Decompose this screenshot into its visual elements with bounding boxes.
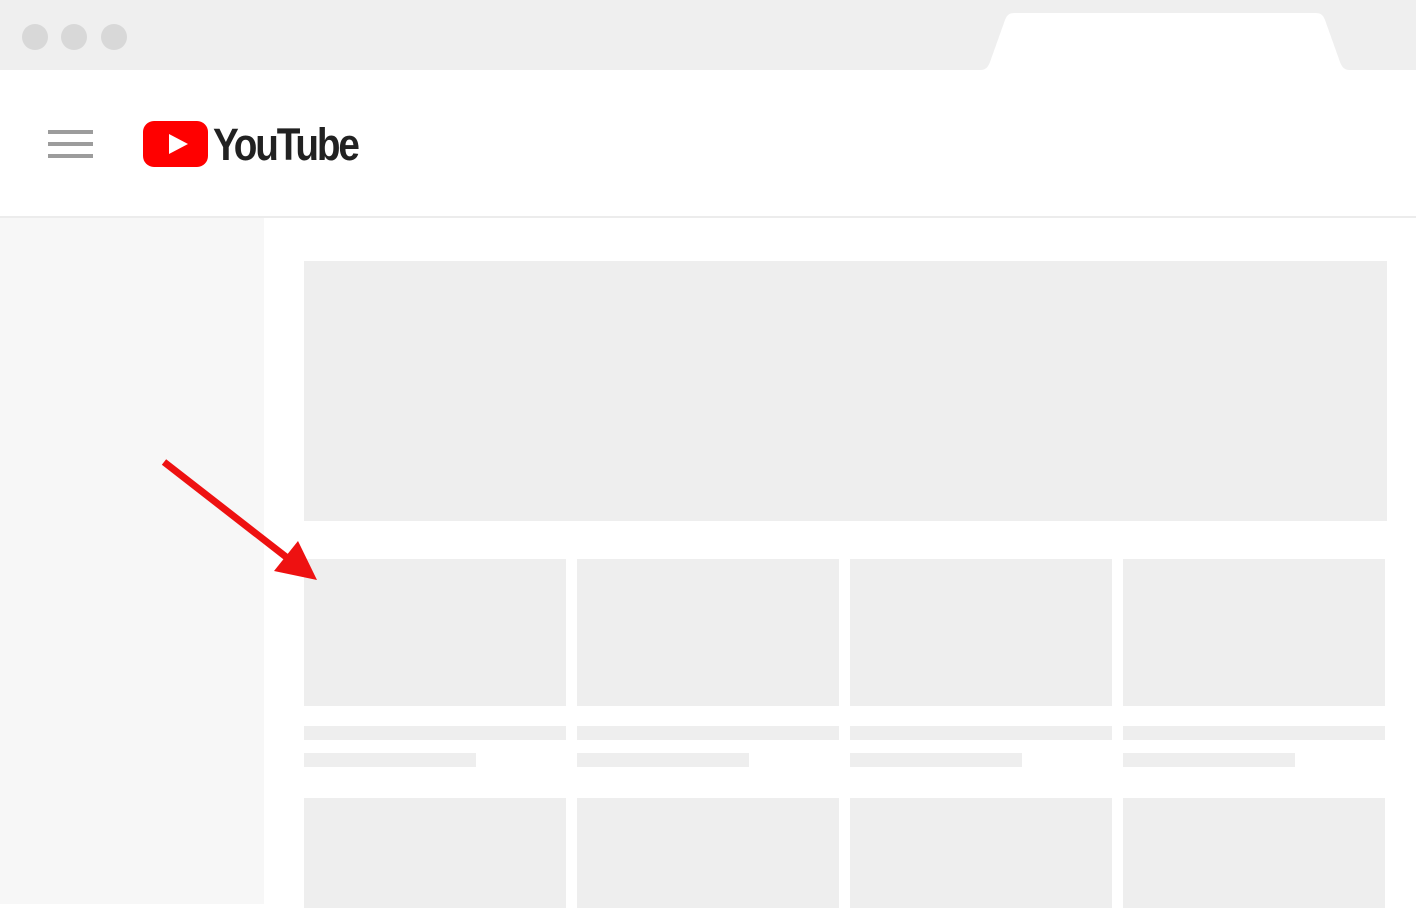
video-thumbnail-placeholder[interactable] [304, 798, 566, 908]
video-meta-placeholder [850, 753, 1022, 767]
video-thumbnail-placeholder[interactable] [577, 798, 839, 908]
browser-titlebar [0, 0, 1416, 70]
video-thumbnail-placeholder[interactable] [850, 798, 1112, 908]
video-thumbnail-placeholder[interactable] [1123, 559, 1385, 706]
window-close-button[interactable] [22, 24, 48, 50]
browser-tab-active[interactable] [980, 12, 1350, 70]
window-maximize-button[interactable] [101, 24, 127, 50]
logo-wordmark: YouTube [213, 118, 360, 170]
video-thumbnail-placeholder[interactable] [1123, 798, 1385, 908]
video-meta-placeholder [1123, 753, 1295, 767]
video-thumbnail-placeholder[interactable] [850, 559, 1112, 706]
video-meta-placeholder [577, 753, 749, 767]
hamburger-menu-icon[interactable] [48, 128, 94, 160]
youtube-logo[interactable]: YouTube [143, 118, 381, 170]
video-thumbnail-placeholder[interactable] [304, 559, 566, 706]
youtube-play-icon [143, 121, 208, 167]
window-minimize-button[interactable] [61, 24, 87, 50]
video-title-placeholder [850, 726, 1112, 740]
video-title-placeholder [577, 726, 839, 740]
arrow-icon [161, 459, 317, 580]
video-title-placeholder [1123, 726, 1385, 740]
video-thumbnail-placeholder[interactable] [577, 559, 839, 706]
video-title-placeholder [304, 726, 566, 740]
banner-placeholder[interactable] [304, 261, 1387, 521]
video-meta-placeholder [304, 753, 476, 767]
